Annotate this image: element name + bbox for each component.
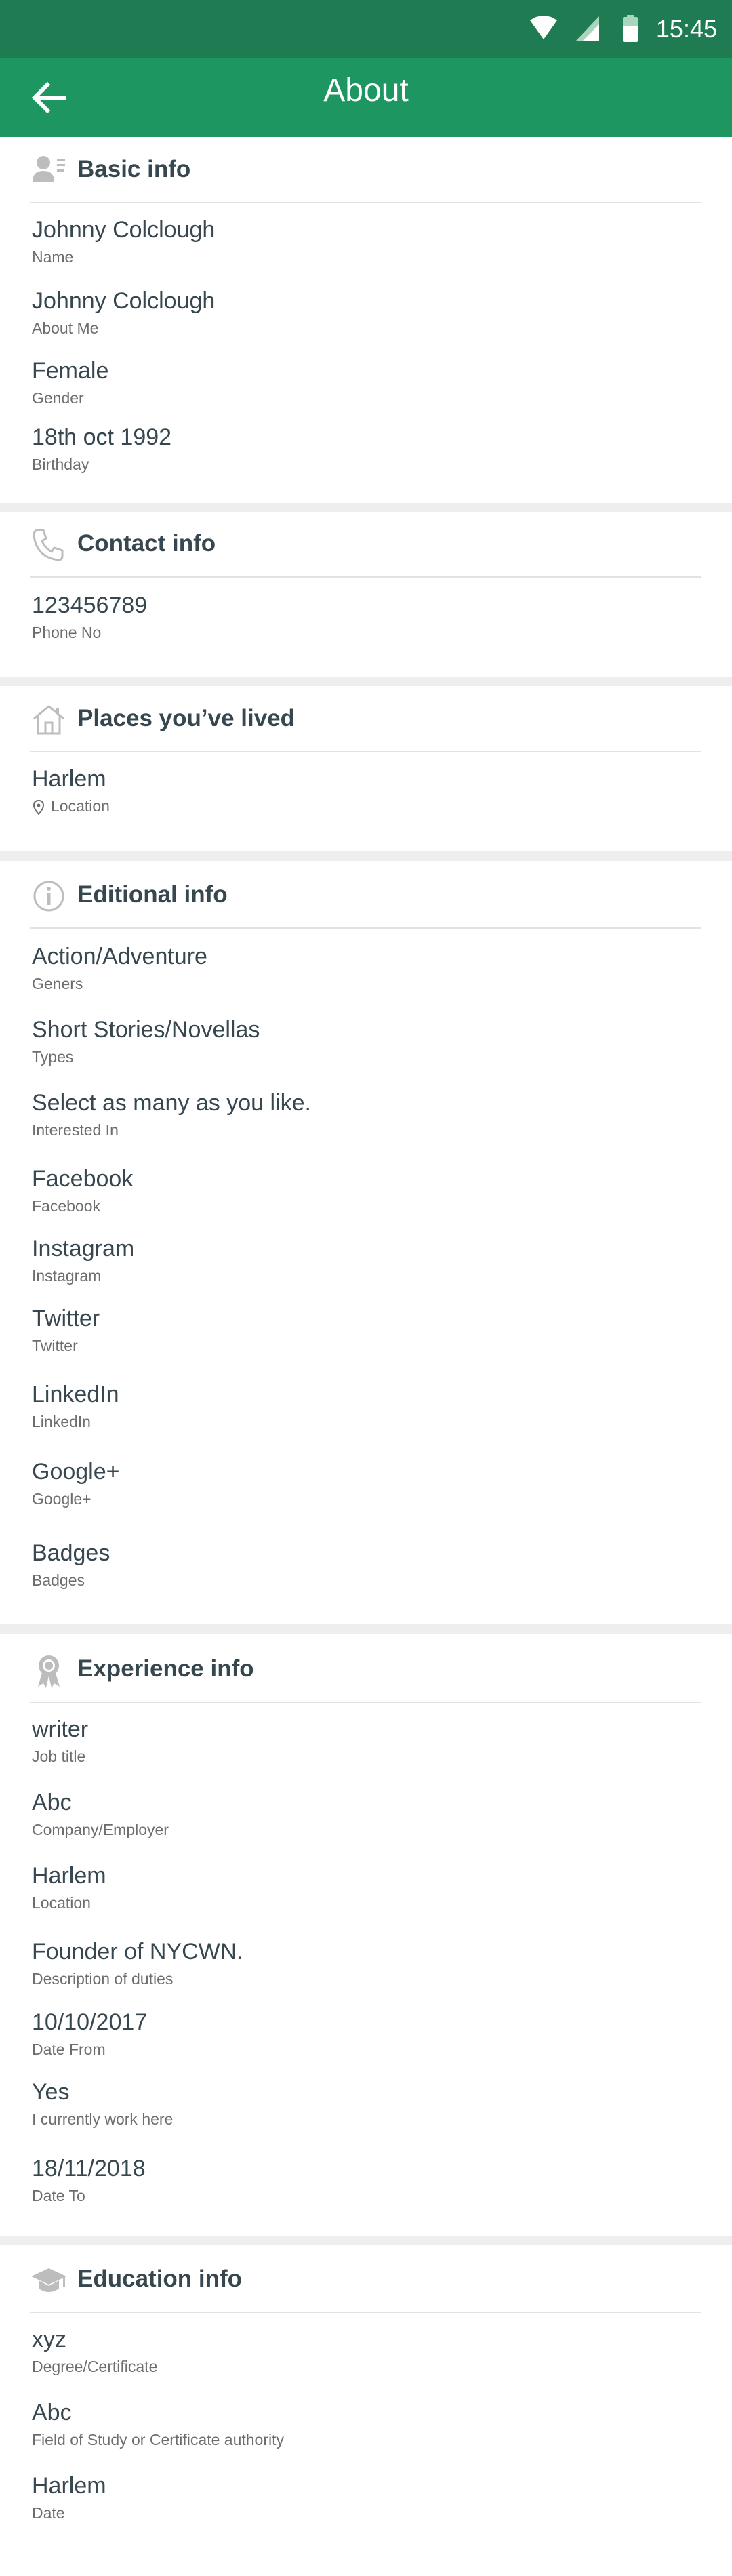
field-value: Yes <box>32 2079 70 2105</box>
field-label: About Me <box>32 319 99 337</box>
section-title: Experience info <box>77 1655 254 1682</box>
field-value: Action/Adventure <box>32 944 207 969</box>
field-value: Johnny Colclough <box>32 217 216 243</box>
field-value: Short Stories/Novellas <box>32 1017 260 1043</box>
field-label: Twitter <box>32 1337 78 1354</box>
divider <box>30 751 701 752</box>
divider <box>30 1702 701 1703</box>
field-label: Phone No <box>32 624 102 641</box>
field-label: Date From <box>32 2040 106 2058</box>
field-label: Degree/Certificate <box>32 2358 158 2375</box>
field-value: Abc <box>32 2400 72 2426</box>
field-label: I currently work here <box>32 2110 174 2128</box>
section-gap <box>0 1624 732 1634</box>
section-gap <box>0 851 732 861</box>
person-card-icon <box>33 156 65 182</box>
field-value: 18/11/2018 <box>32 2156 146 2181</box>
status-time: 15:45 <box>655 15 717 43</box>
field-label: Gender <box>32 389 84 407</box>
field-value: LinkedIn <box>32 1382 119 1407</box>
field-value: Harlem <box>32 766 106 792</box>
field-value: Harlem <box>32 1863 106 1889</box>
field-value: xyz <box>32 2327 66 2352</box>
field-value: 10/10/2017 <box>32 2009 148 2035</box>
field-value: Google+ <box>32 1459 120 1485</box>
wifi-icon <box>530 16 557 39</box>
section-title: Education info <box>77 2266 243 2292</box>
field-value: Harlem <box>32 2473 106 2499</box>
field-label: Description of duties <box>32 1970 174 1988</box>
field-label: Birthday <box>32 456 89 473</box>
field-label: Location <box>51 797 110 815</box>
field-label: Date To <box>32 2187 85 2205</box>
field-label: Date <box>32 2504 65 2522</box>
section-title: Basic info <box>77 156 191 182</box>
field-label: Field of Study or Certificate authority <box>32 2431 284 2449</box>
field-label: Badges <box>32 1571 85 1589</box>
field-value: Twitter <box>32 1306 100 1331</box>
divider <box>30 202 701 203</box>
info-icon <box>33 881 64 912</box>
section-title: Editional info <box>77 881 228 908</box>
section-gap <box>0 2236 732 2245</box>
field-label: Name <box>32 248 74 266</box>
section-title: Places you’ve lived <box>77 705 296 731</box>
field-label: Job title <box>32 1748 86 1765</box>
field-value: Abc <box>32 1790 72 1815</box>
divider <box>30 927 701 929</box>
graduation-cap-icon <box>31 2268 66 2292</box>
ribbon-award-icon <box>38 1655 60 1688</box>
field-value: Facebook <box>32 1166 134 1192</box>
field-value: Female <box>32 358 109 384</box>
field-label: Company/Employer <box>32 1821 169 1838</box>
section-title: Contact info <box>77 530 216 557</box>
battery-icon <box>623 15 638 42</box>
section-gap <box>0 677 732 686</box>
field-label: Instagram <box>32 1267 102 1285</box>
home-icon <box>33 705 64 735</box>
field-value: writer <box>32 1716 89 1742</box>
field-label: Location <box>32 1894 91 1912</box>
field-label: Geners <box>32 975 83 992</box>
field-label: Google+ <box>32 1490 92 1508</box>
map-pin-icon <box>33 800 45 815</box>
divider <box>30 576 701 578</box>
field-value: Johnny Colclough <box>32 288 216 314</box>
divider <box>30 2312 701 2313</box>
field-value: Select as many as you like. <box>32 1090 311 1116</box>
page-title: About <box>323 73 409 108</box>
field-label: Facebook <box>32 1197 101 1215</box>
field-value: Instagram <box>32 1236 135 1262</box>
field-label: LinkedIn <box>32 1413 91 1430</box>
field-label: Interested In <box>32 1121 119 1139</box>
field-value: 123456789 <box>32 592 148 618</box>
field-value: Founder of NYCWN. <box>32 1939 243 1965</box>
signal-icon <box>576 16 599 41</box>
section-gap <box>0 503 732 512</box>
field-value: 18th oct 1992 <box>32 424 172 450</box>
phone-icon <box>33 529 64 561</box>
field-label: Types <box>32 1048 74 1066</box>
field-value: Badges <box>32 1540 110 1566</box>
